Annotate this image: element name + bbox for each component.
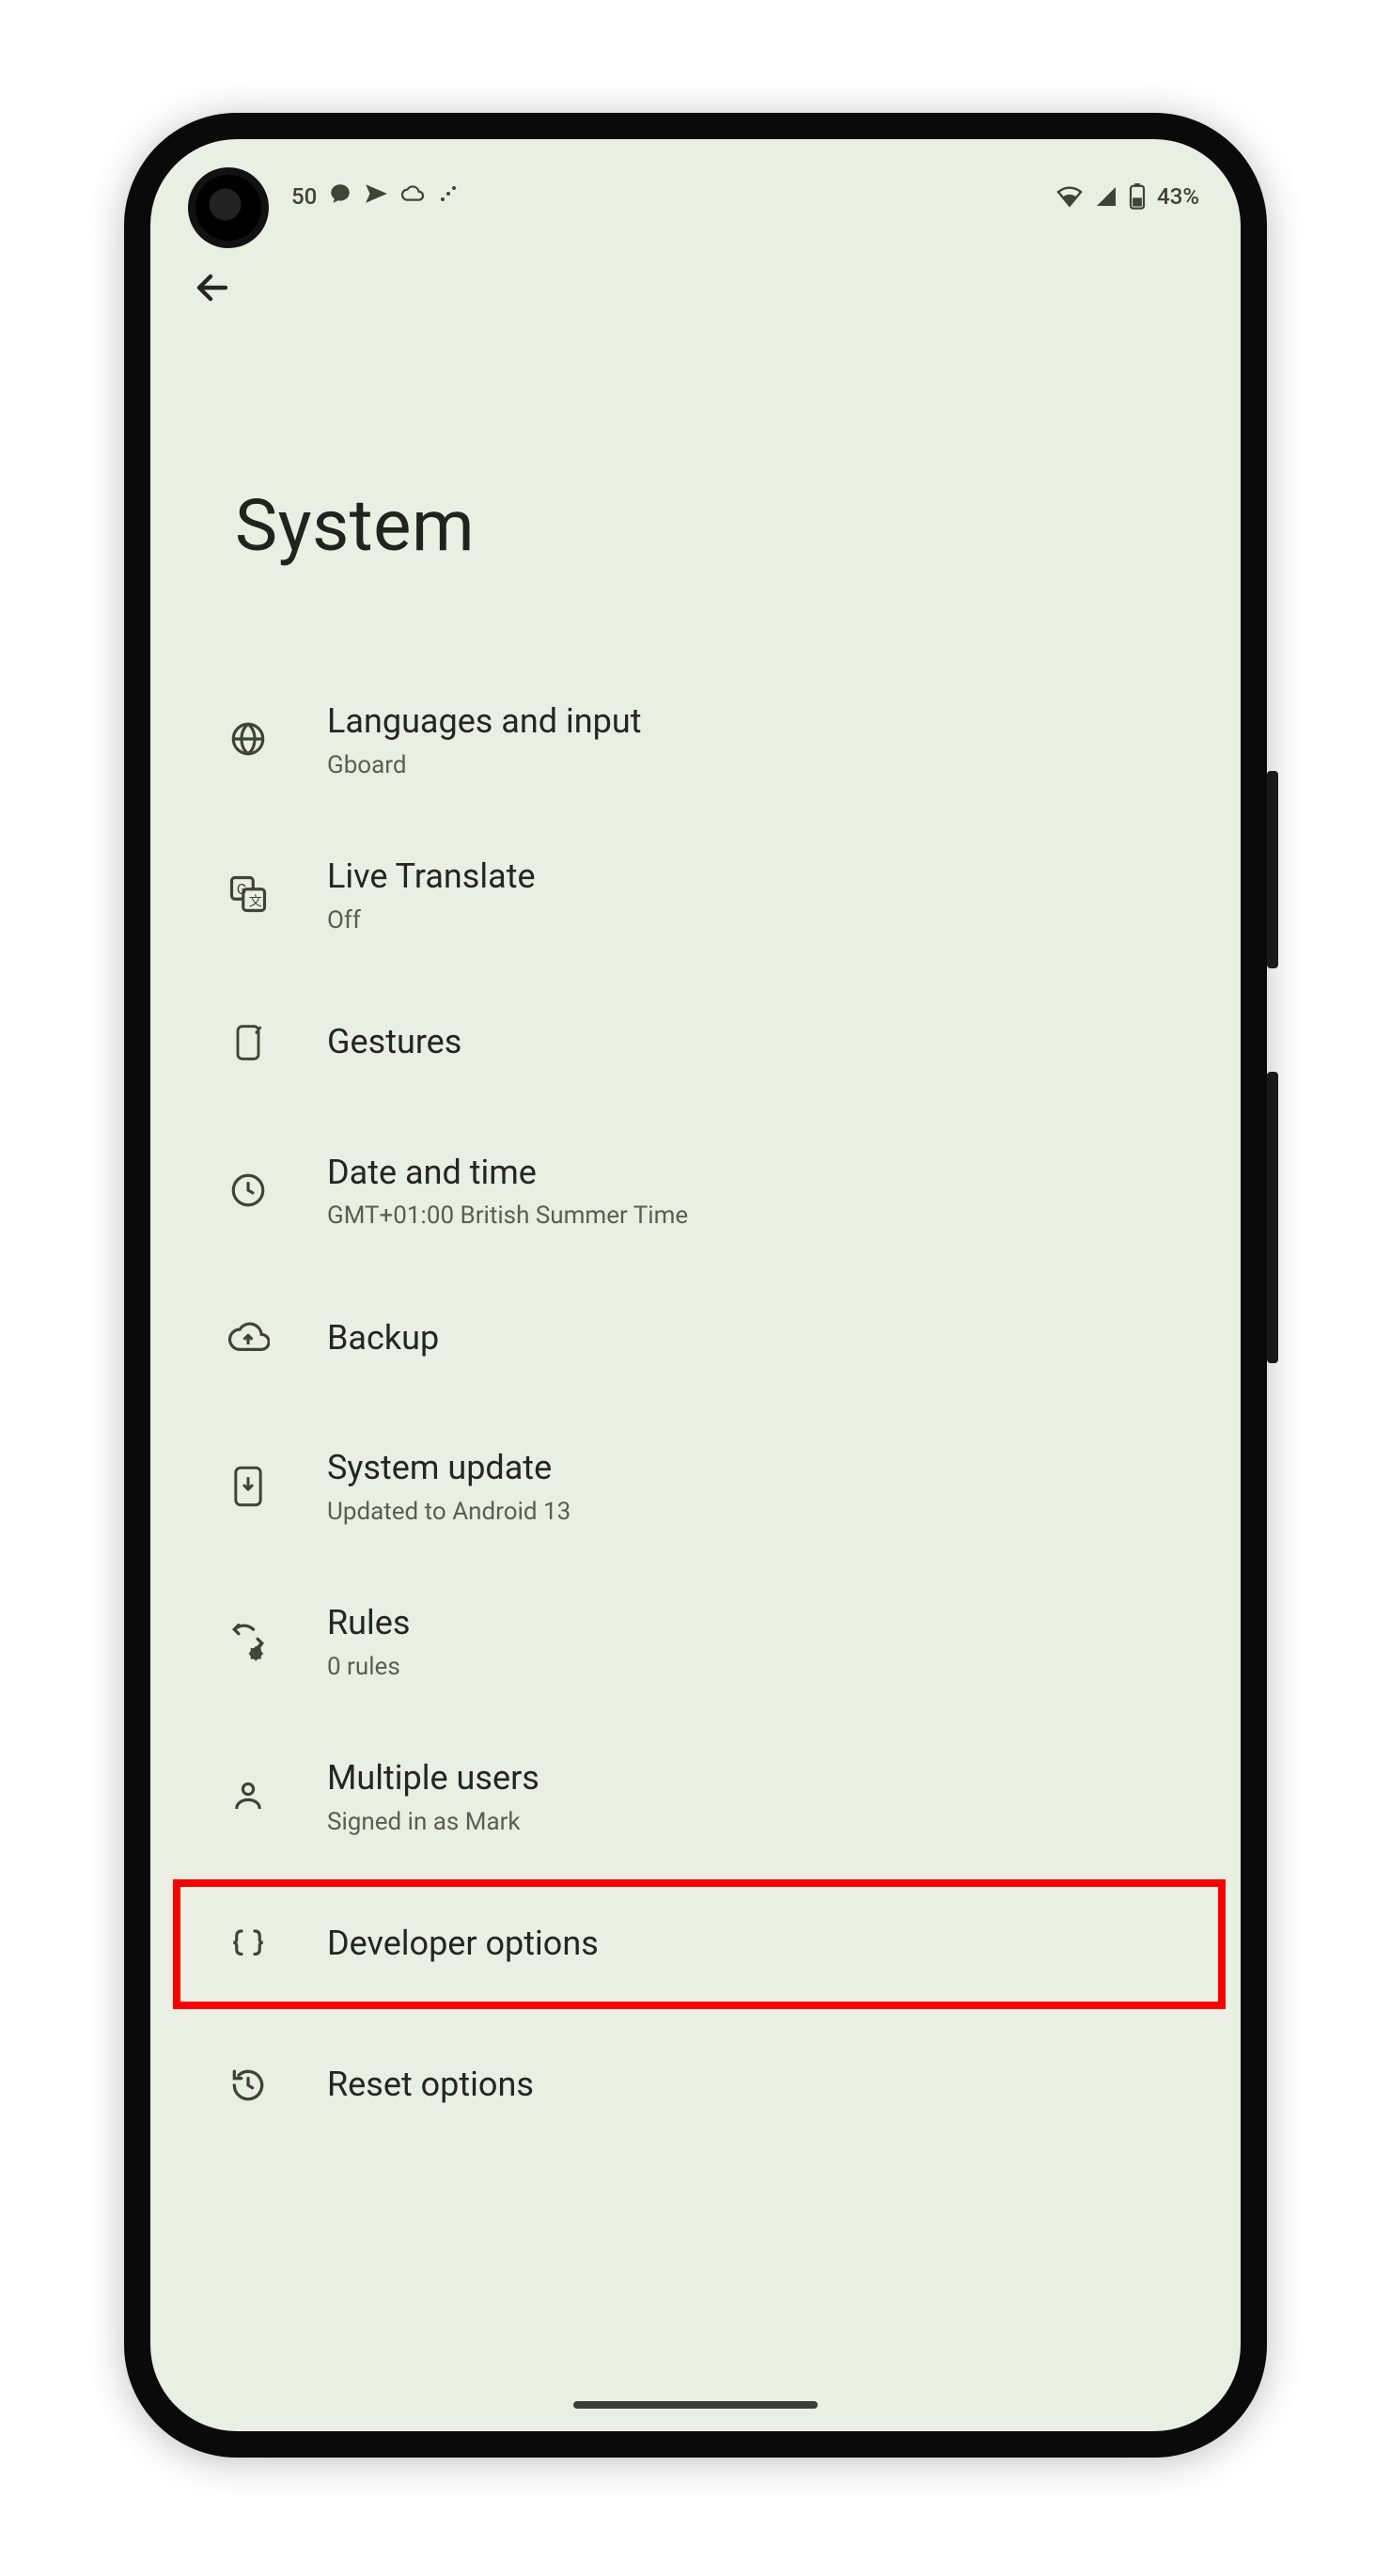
- wifi-icon: [1055, 185, 1084, 208]
- row-subtitle: GMT+01:00 British Summer Time: [327, 1202, 1194, 1230]
- row-gestures[interactable]: Gestures: [150, 982, 1241, 1104]
- navigation-pill[interactable]: [573, 2401, 818, 2409]
- clock-icon: [222, 1164, 274, 1217]
- row-label: Date and time: [327, 1151, 1194, 1195]
- volume-button[interactable]: [1267, 1072, 1278, 1363]
- power-button[interactable]: [1267, 771, 1278, 968]
- page-title: System: [150, 314, 1241, 568]
- settings-list: Languages and input Gboard G文 Live Trans…: [150, 568, 1241, 2146]
- rules-icon: [222, 1615, 274, 1668]
- globe-icon: [222, 713, 274, 765]
- reset-icon: [222, 2059, 274, 2112]
- row-backup[interactable]: Backup: [150, 1277, 1241, 1399]
- row-subtitle: Updated to Android 13: [327, 1498, 1194, 1526]
- row-subtitle: Gboard: [327, 751, 1194, 779]
- send-icon: [364, 181, 388, 212]
- cellular-icon: [1095, 185, 1117, 208]
- row-label: Multiple users: [327, 1756, 1194, 1800]
- row-languages-and-input[interactable]: Languages and input Gboard: [150, 671, 1241, 808]
- status-bar: 50: [150, 139, 1241, 224]
- phone-frame: 50: [124, 113, 1267, 2458]
- row-reset-options[interactable]: Reset options: [150, 2024, 1241, 2146]
- row-subtitle: Signed in as Mark: [327, 1808, 1194, 1836]
- row-label: Reset options: [327, 2063, 1194, 2107]
- row-label: Backup: [327, 1316, 1194, 1360]
- row-system-update[interactable]: System update Updated to Android 13: [150, 1418, 1241, 1554]
- row-multiple-users[interactable]: Multiple users Signed in as Mark: [150, 1728, 1241, 1864]
- translate-icon: G文: [222, 868, 274, 920]
- misc-icon: [437, 182, 460, 211]
- row-label: Developer options: [327, 1922, 1194, 1966]
- row-date-and-time[interactable]: Date and time GMT+01:00 British Summer T…: [150, 1123, 1241, 1259]
- person-icon: [222, 1769, 274, 1822]
- row-label: System update: [327, 1446, 1194, 1490]
- chat-icon: [328, 181, 352, 212]
- braces-icon: [222, 1918, 274, 1971]
- gesture-icon: [222, 1016, 274, 1069]
- cloud-upload-icon: [222, 1312, 274, 1364]
- svg-text:G: G: [237, 880, 247, 898]
- row-subtitle: 0 rules: [327, 1653, 1194, 1681]
- cloud-icon: [399, 183, 426, 210]
- row-label: Rules: [327, 1601, 1194, 1645]
- clock-text: 50: [291, 183, 317, 210]
- row-label: Languages and input: [327, 699, 1194, 744]
- row-label: Gestures: [327, 1020, 1194, 1064]
- battery-percent: 43%: [1157, 183, 1199, 210]
- row-developer-options[interactable]: Developer options: [150, 1883, 1241, 2005]
- system-update-icon: [222, 1460, 274, 1513]
- row-subtitle: Off: [327, 906, 1194, 935]
- row-label: Live Translate: [327, 855, 1194, 899]
- battery-icon: [1129, 183, 1146, 210]
- row-rules[interactable]: Rules 0 rules: [150, 1573, 1241, 1709]
- punch-hole-camera: [188, 167, 269, 248]
- screen: 50: [150, 139, 1241, 2431]
- svg-text:文: 文: [249, 894, 262, 909]
- row-live-translate[interactable]: G文 Live Translate Off: [150, 826, 1241, 963]
